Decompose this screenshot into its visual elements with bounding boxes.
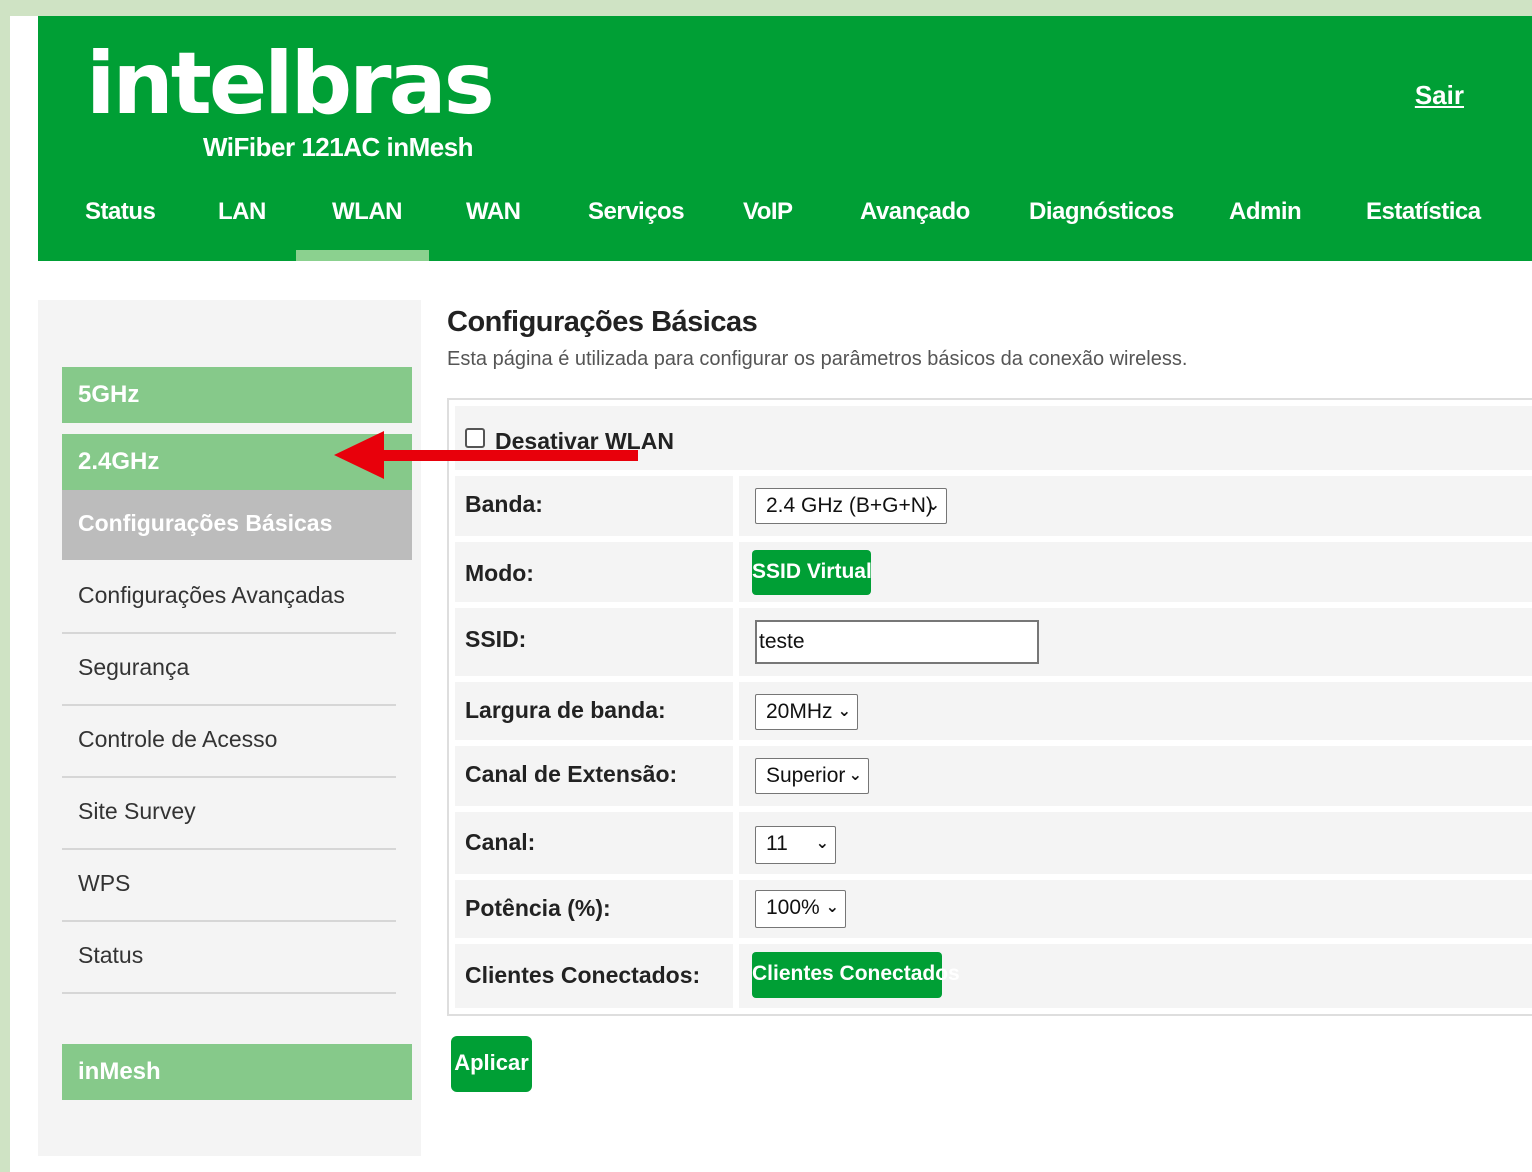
extensao-cell: Superior ⌄ <box>739 746 1532 806</box>
ssid-input[interactable]: teste <box>755 620 1039 664</box>
clientes-conectados-button[interactable]: Clientes Conectados <box>752 952 960 998</box>
ssid-cell: teste <box>739 608 1532 676</box>
sidebar-group-5ghz[interactable]: 5GHz <box>62 367 412 423</box>
modo-cell: SSID Virtual <box>739 542 1532 602</box>
largura-value: 20MHz <box>766 700 833 723</box>
largura-label: Largura de banda: <box>455 682 733 740</box>
banda-value: 2.4 GHz (B+G+N) <box>766 494 933 517</box>
ssid-virtual-button[interactable]: SSID Virtual <box>752 550 872 595</box>
chevron-down-icon: ⌄ <box>815 835 829 852</box>
nav-admin[interactable]: Admin <box>1229 186 1302 261</box>
potencia-cell: 100% ⌄ <box>739 880 1532 938</box>
canal-label: Canal: <box>455 812 733 874</box>
red-arrow-annotation <box>334 431 638 479</box>
page-description: Esta página é utilizada para configurar … <box>447 348 1188 370</box>
largura-select[interactable]: 20MHz ⌄ <box>755 694 858 730</box>
outer-frame-top <box>0 0 1532 16</box>
banda-label: Banda: <box>455 476 733 536</box>
sidebar-item-status[interactable]: Status <box>62 922 396 994</box>
clientes-cell: Clientes Conectados <box>739 944 1532 1008</box>
nav-diagnosticos[interactable]: Diagnósticos <box>1029 186 1174 261</box>
nav-active-indicator <box>296 250 429 261</box>
sidebar-item-wps[interactable]: WPS <box>62 850 396 922</box>
outer-frame-left <box>0 0 10 1172</box>
main-nav: Status LAN WLAN WAN Serviços VoIP Avança… <box>38 186 1532 261</box>
canal-value: 11 <box>766 832 788 855</box>
nav-servicos[interactable]: Serviços <box>588 186 685 261</box>
extensao-value: Superior <box>766 764 846 787</box>
ssid-label: SSID: <box>455 608 733 676</box>
nav-status[interactable]: Status <box>85 186 156 261</box>
extensao-label: Canal de Extensão: <box>455 746 733 806</box>
device-model: WiFiber 121AC inMesh <box>203 132 474 162</box>
chevron-down-icon: ⌄ <box>837 703 851 720</box>
nav-wan[interactable]: WAN <box>466 186 521 261</box>
logout-link[interactable]: Sair <box>1415 80 1464 111</box>
banda-cell: 2.4 GHz (B+G+N) ⌄ <box>739 476 1532 536</box>
clientes-label: Clientes Conectados: <box>455 944 733 1008</box>
sidebar-item-seguranca[interactable]: Segurança <box>62 634 396 706</box>
chevron-down-icon: ⌄ <box>848 767 862 784</box>
apply-button[interactable]: Aplicar <box>451 1036 532 1092</box>
sidebar-item-site-survey[interactable]: Site Survey <box>62 778 396 850</box>
nav-lan[interactable]: LAN <box>218 186 266 261</box>
modo-label: Modo: <box>455 542 733 602</box>
canal-select[interactable]: 11 ⌄ <box>755 826 836 864</box>
nav-voip[interactable]: VoIP <box>743 186 793 261</box>
largura-cell: 20MHz ⌄ <box>739 682 1532 740</box>
extensao-select[interactable]: Superior ⌄ <box>755 758 869 794</box>
header-bar: intelbras WiFiber 121AC inMesh Sair Stat… <box>38 16 1532 261</box>
banda-select[interactable]: 2.4 GHz (B+G+N) ⌄ <box>755 488 947 524</box>
nav-avancado[interactable]: Avançado <box>860 186 970 261</box>
nav-estatistica[interactable]: Estatística <box>1366 186 1481 261</box>
potencia-value: 100% <box>766 896 820 919</box>
basic-settings-form: Desativar WLAN Banda: 2.4 GHz (B+G+N) ⌄ … <box>447 398 1532 1016</box>
sidebar-group-inmesh[interactable]: inMesh <box>62 1044 412 1100</box>
sidebar-item-configuracoes-basicas[interactable]: Configurações Básicas <box>62 490 412 560</box>
page-title: Configurações Básicas <box>447 306 758 338</box>
outer-frame-gap <box>10 16 38 1172</box>
sidebar-item-controle-acesso[interactable]: Controle de Acesso <box>62 706 396 778</box>
potencia-label: Potência (%): <box>455 880 733 938</box>
brand-logo: intelbras <box>86 34 495 134</box>
sidebar-item-configuracoes-avancadas[interactable]: Configurações Avançadas <box>62 562 396 634</box>
canal-cell: 11 ⌄ <box>739 812 1532 874</box>
chevron-down-icon: ⌄ <box>825 899 839 916</box>
potencia-select[interactable]: 100% ⌄ <box>755 890 846 928</box>
chevron-down-icon: ⌄ <box>926 497 940 514</box>
